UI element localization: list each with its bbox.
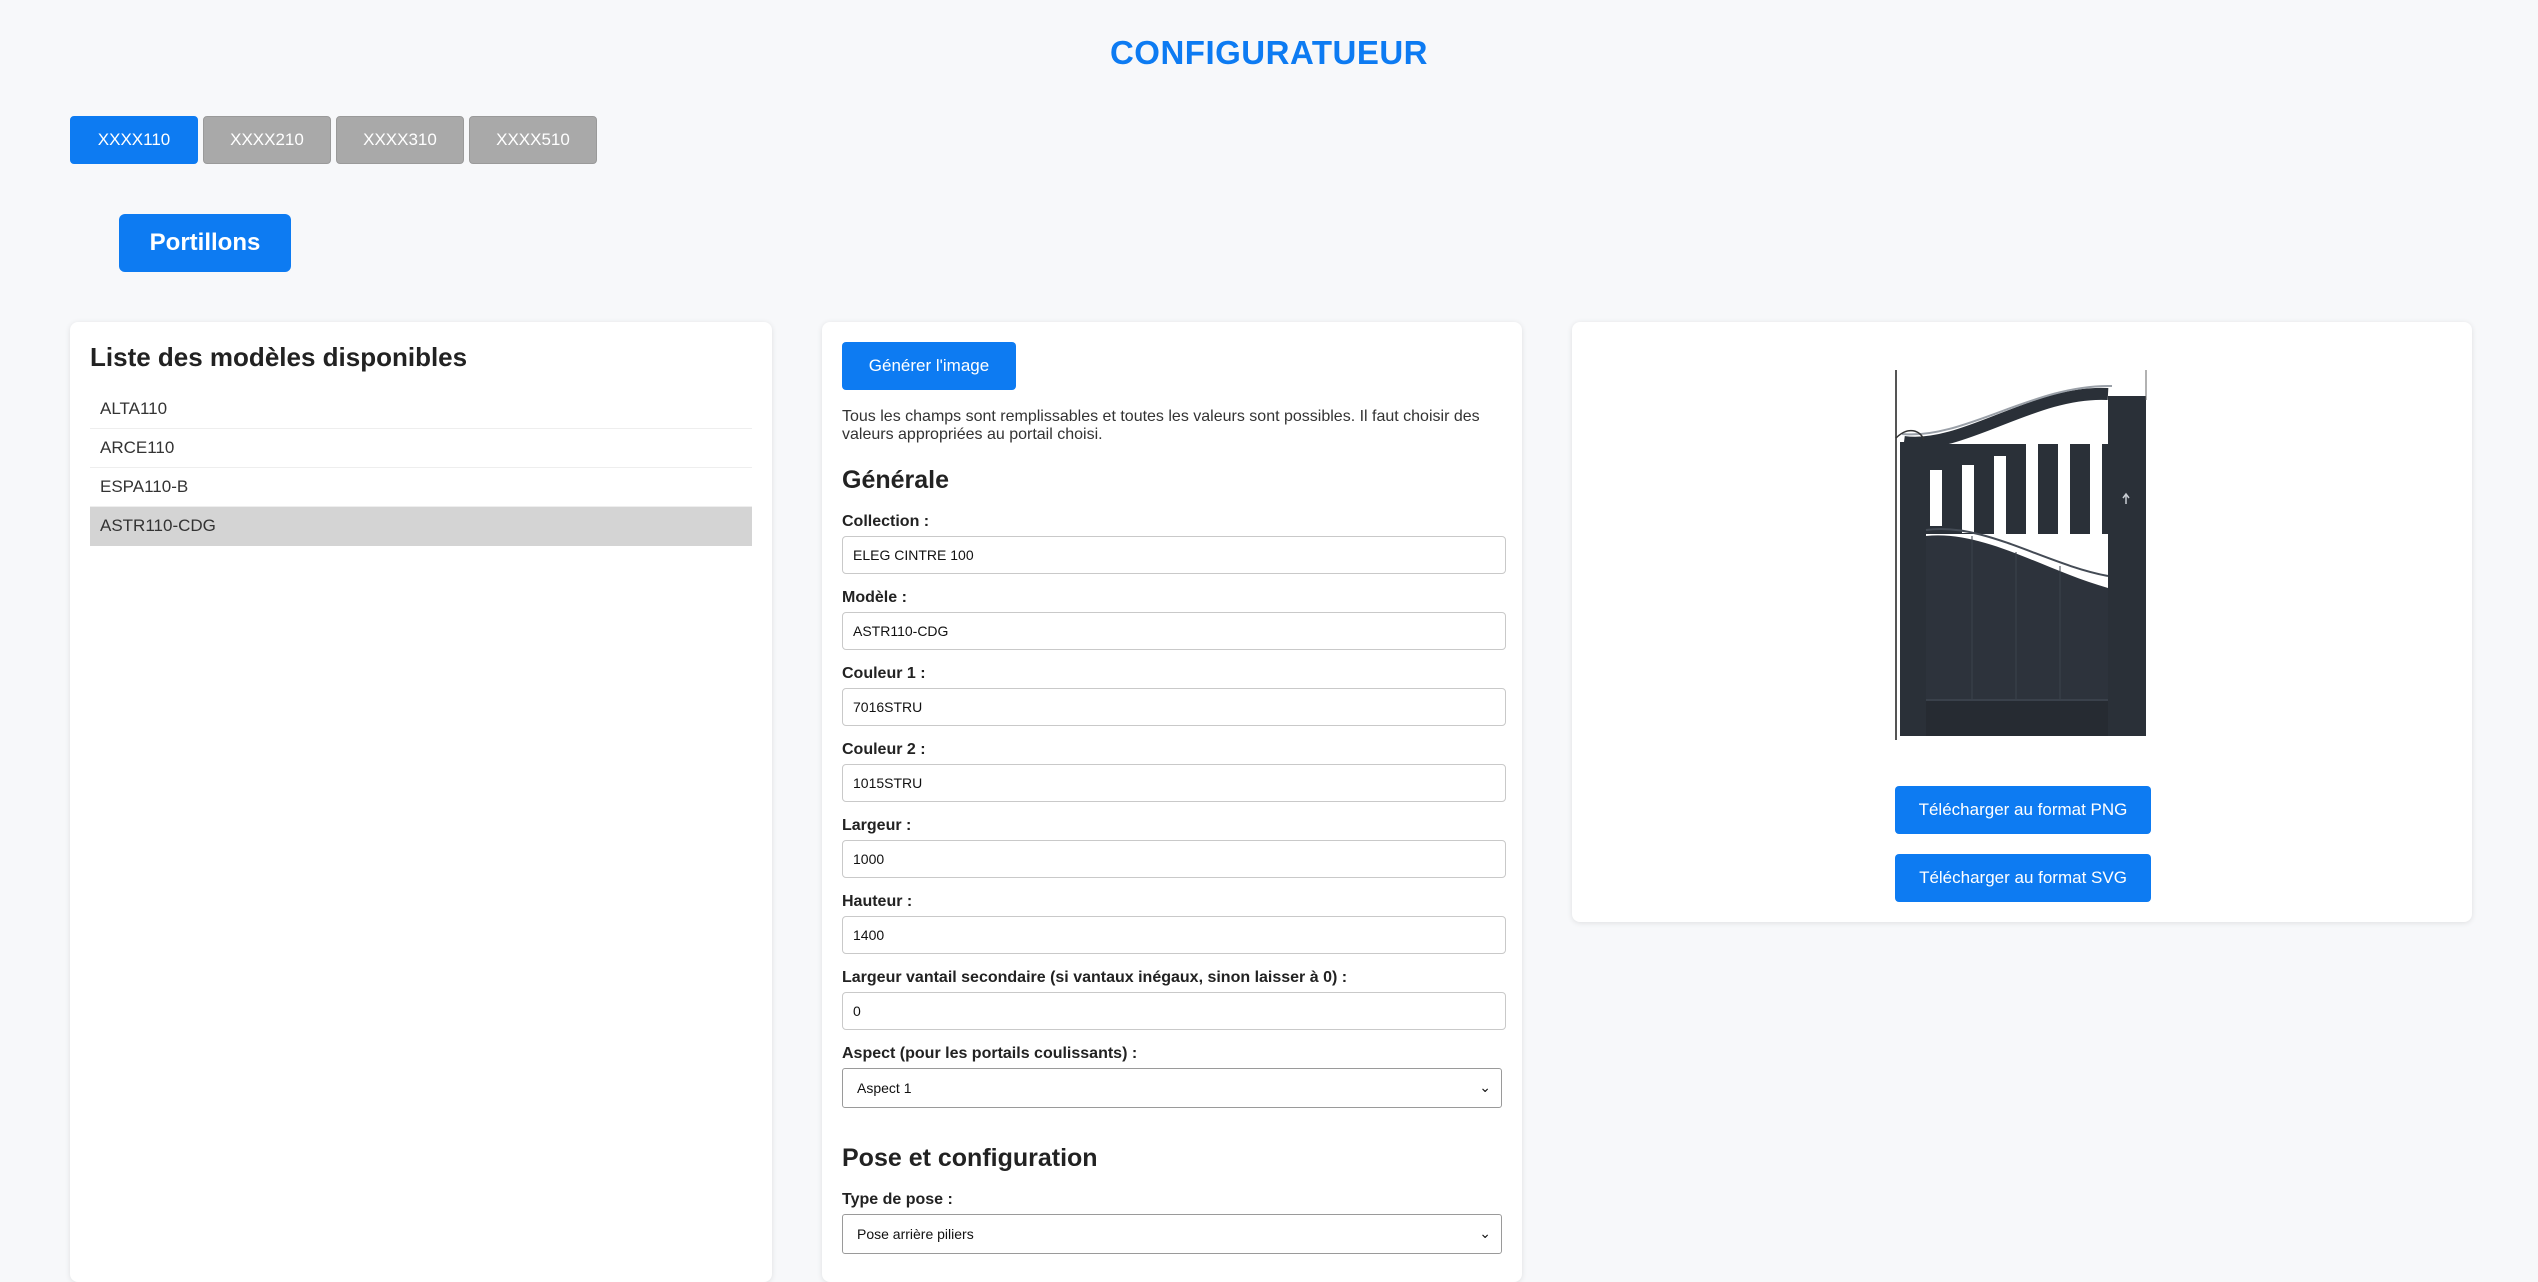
- type-pose-label: Type de pose :: [842, 1191, 953, 1208]
- generate-image-button[interactable]: Générer l'image: [842, 342, 1016, 390]
- models-list: ALTA110 ARCE110 ESPA110-B ASTR110-CDG: [90, 390, 752, 546]
- models-card: Liste des modèles disponibles ALTA110 AR…: [70, 322, 772, 1282]
- model-item-alta110[interactable]: ALTA110: [90, 390, 752, 429]
- couleur2-label: Couleur 2 :: [842, 741, 926, 758]
- download-svg-button[interactable]: Télécharger au format SVG: [1895, 854, 2151, 902]
- form-card: Générer l'image Tous les champs sont rem…: [822, 322, 1522, 1282]
- couleur2-input[interactable]: [842, 764, 1506, 802]
- hauteur-label: Hauteur :: [842, 893, 913, 910]
- largeur-input[interactable]: [842, 840, 1506, 878]
- largeur-secondaire-label: Largeur vantail secondaire (si vantaux i…: [842, 969, 1348, 986]
- type-pose-select[interactable]: Pose arrière piliers ⌄: [842, 1214, 1502, 1254]
- preview-card: Télécharger au format PNG Télécharger au…: [1572, 322, 2472, 922]
- largeur-label: Largeur :: [842, 817, 912, 834]
- portillons-button[interactable]: Portillons: [119, 214, 291, 272]
- section-title-pose: Pose et configuration: [842, 1144, 1098, 1172]
- hauteur-input[interactable]: [842, 916, 1506, 954]
- tab-xxxx310[interactable]: XXXX310: [336, 116, 464, 164]
- collection-label: Collection :: [842, 513, 930, 530]
- largeur-secondaire-input[interactable]: [842, 992, 1506, 1030]
- chevron-down-icon: ⌄: [1479, 1079, 1491, 1095]
- collection-input[interactable]: [842, 536, 1506, 574]
- model-item-arce110[interactable]: ARCE110: [90, 429, 752, 468]
- aspect-select-value: Aspect 1: [857, 1080, 912, 1096]
- couleur1-label: Couleur 1 :: [842, 665, 926, 682]
- models-title: Liste des modèles disponibles: [90, 342, 468, 372]
- gate-preview-image: [1895, 370, 2147, 740]
- model-item-espa110-b[interactable]: ESPA110-B: [90, 468, 752, 507]
- modele-label: Modèle :: [842, 589, 907, 606]
- info-text: Tous les champs sont remplissables et to…: [842, 408, 1480, 443]
- page-title: CONFIGURATUEUR: [1109, 34, 1429, 71]
- tab-xxxx210[interactable]: XXXX210: [203, 116, 331, 164]
- download-png-button[interactable]: Télécharger au format PNG: [1895, 786, 2151, 834]
- model-item-astr110-cdg[interactable]: ASTR110-CDG: [90, 507, 752, 546]
- couleur1-input[interactable]: [842, 688, 1506, 726]
- aspect-label: Aspect (pour les portails coulissants) :: [842, 1045, 1138, 1062]
- aspect-select[interactable]: Aspect 1 ⌄: [842, 1068, 1502, 1108]
- type-pose-select-value: Pose arrière piliers: [857, 1226, 974, 1242]
- tab-xxxx510[interactable]: XXXX510: [469, 116, 597, 164]
- section-title-generale: Générale: [842, 466, 950, 494]
- top-tabs: XXXX110 XXXX210 XXXX310 XXXX510: [70, 116, 597, 164]
- modele-input[interactable]: [842, 612, 1506, 650]
- chevron-down-icon: ⌄: [1479, 1225, 1491, 1241]
- tab-xxxx110[interactable]: XXXX110: [70, 116, 198, 164]
